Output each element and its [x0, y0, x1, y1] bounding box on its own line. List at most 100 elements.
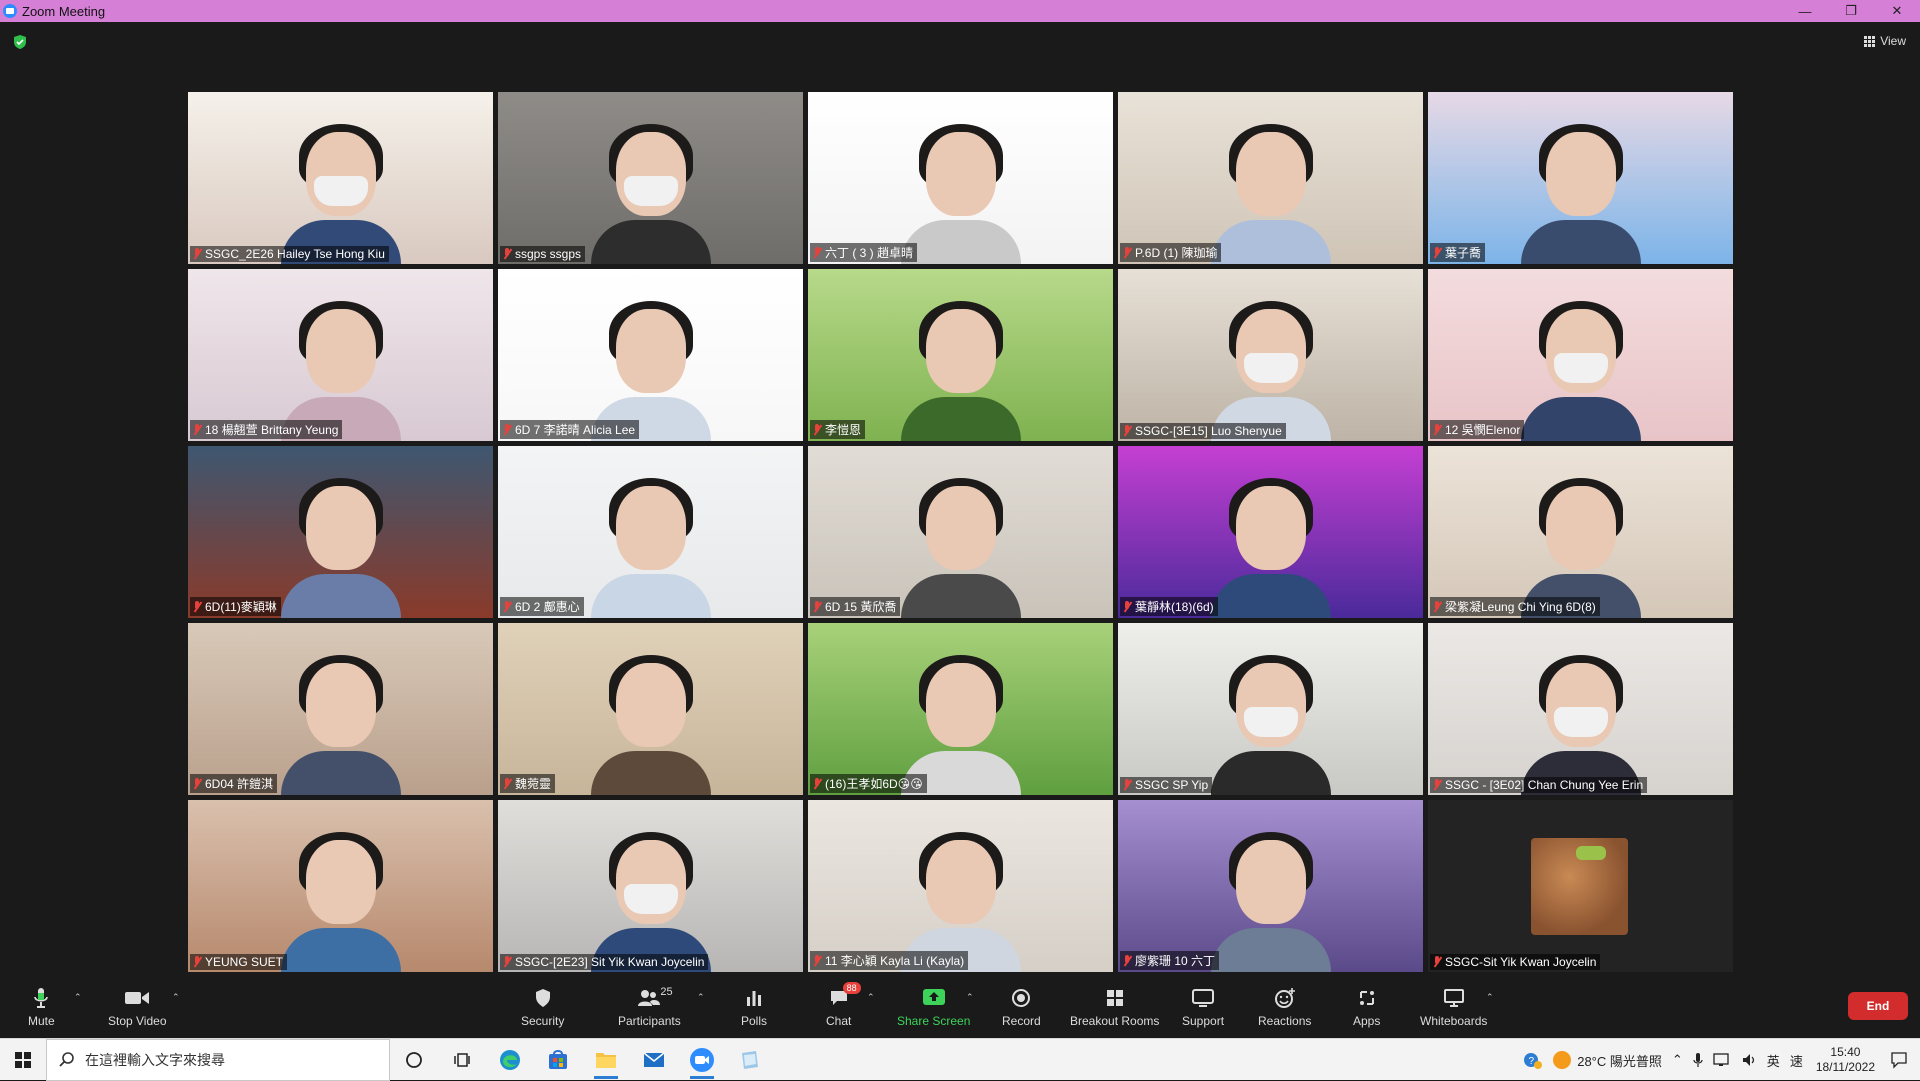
video-tile[interactable]: ssgps ssgps — [498, 92, 803, 264]
restore-button[interactable]: ❐ — [1828, 0, 1874, 22]
participant-video-figure — [280, 291, 401, 441]
share-caret-icon[interactable]: ⌃ — [966, 992, 974, 1003]
notification-center-icon[interactable] — [1890, 1051, 1908, 1069]
ime-mode-indicator[interactable]: 速 — [1790, 1051, 1803, 1070]
taskbar-search-box[interactable]: 在這裡輸入文字來搜尋 — [46, 1038, 390, 1081]
muted-microphone-icon — [192, 600, 202, 613]
participant-name-tag: 6D 7 李諾晴 Alicia Lee — [500, 420, 640, 439]
svg-text:?: ? — [1529, 1056, 1535, 1067]
participant-name-tag: 魏菀靈 — [500, 774, 556, 793]
participants-button[interactable]: 25 Participants — [618, 986, 681, 1028]
task-view-icon — [454, 1052, 470, 1067]
video-tile[interactable]: 18 楊翹萱 Brittany Yeung — [188, 269, 493, 441]
participant-name: SSGC-[2E23] Sit Yik Kwan Joycelin — [515, 955, 705, 969]
participant-name-tag: 葉子喬 — [1430, 243, 1486, 262]
video-tile[interactable]: P.6D (1) 陳珈瑜 — [1118, 92, 1423, 264]
store-taskbar-app[interactable] — [534, 1039, 582, 1081]
mail-envelope-icon — [643, 1051, 665, 1067]
participant-name: 6D 2 鄺惠心 — [515, 600, 580, 614]
participants-caret-icon[interactable]: ⌃ — [697, 992, 705, 1003]
task-view-button[interactable] — [438, 1039, 486, 1081]
view-label: View — [1880, 34, 1906, 48]
chat-button[interactable]: 88 Chat — [826, 982, 861, 1028]
video-tile[interactable]: SSGC_2E26 Hailey Tse Hong Kiu — [188, 92, 493, 264]
security-button[interactable]: Security — [521, 986, 564, 1028]
participant-name-tag: (16)王孝如6D😘😘 — [810, 774, 927, 793]
video-tile[interactable]: 葉子喬 — [1428, 92, 1733, 264]
cortana-button[interactable] — [390, 1039, 438, 1081]
participant-name: 18 楊翹萱 Brittany Yeung — [205, 423, 339, 437]
participant-name-tag: 12 吳憫Elenor — [1430, 420, 1525, 439]
ime-language-indicator[interactable]: 英 — [1767, 1051, 1780, 1070]
apps-button[interactable]: Apps — [1353, 986, 1380, 1028]
video-tile[interactable]: 11 李心穎 Kayla Li (Kayla) — [808, 800, 1113, 972]
muted-microphone-icon — [502, 777, 512, 790]
participant-name: SSGC-Sit Yik Kwan Joycelin — [1445, 955, 1597, 969]
encryption-shield-icon[interactable] — [12, 34, 28, 50]
record-button[interactable]: Record — [1002, 986, 1041, 1028]
participant-name-tag: 葉靜林(18)(6d) — [1120, 597, 1218, 616]
reactions-button[interactable]: Reactions — [1258, 986, 1311, 1028]
participant-name: 廖紫珊 10 六丁 — [1135, 954, 1216, 968]
share-screen-button[interactable]: Share Screen — [897, 986, 970, 1028]
mute-button[interactable]: Mute — [28, 986, 55, 1028]
whiteboards-caret-icon[interactable]: ⌃ — [1486, 992, 1494, 1003]
video-tile[interactable]: SSGC-Sit Yik Kwan Joycelin — [1428, 800, 1733, 972]
participant-name: SSGC-[3E15] Luo Shenyue — [1135, 424, 1282, 438]
video-tile[interactable]: 6D 2 鄺惠心 — [498, 446, 803, 618]
video-tile[interactable]: 魏菀靈 — [498, 623, 803, 795]
breakout-rooms-button[interactable]: Breakout Rooms — [1070, 986, 1159, 1028]
minimize-button[interactable]: — — [1782, 0, 1828, 22]
video-tile[interactable]: 李愷恩 — [808, 269, 1113, 441]
video-tile[interactable]: SSGC-[3E15] Luo Shenyue — [1118, 269, 1423, 441]
video-tile[interactable]: 12 吳憫Elenor — [1428, 269, 1733, 441]
participant-name-tag: 梁紫凝Leung Chi Ying 6D(8) — [1430, 597, 1600, 616]
volume-speaker-icon[interactable] — [1741, 1052, 1757, 1068]
video-tile[interactable]: SSGC - [3E02] Chan Chung Yee Erin — [1428, 623, 1733, 795]
audio-options-caret-icon[interactable]: ⌃ — [74, 992, 82, 1003]
start-button[interactable] — [0, 1039, 46, 1081]
file-explorer-taskbar-app[interactable] — [582, 1039, 630, 1081]
video-tile[interactable]: 6D04 許鎧淇 — [188, 623, 493, 795]
meeting-toolbar: Mute ⌃ Stop Video ⌃ Security 25 Particip… — [0, 980, 1920, 1038]
chat-caret-icon[interactable]: ⌃ — [867, 992, 875, 1003]
notes-taskbar-app[interactable] — [726, 1039, 774, 1081]
microphone-tray-icon[interactable] — [1693, 1052, 1703, 1068]
video-tile[interactable]: YEUNG SUET — [188, 800, 493, 972]
chat-label: Chat — [826, 1014, 852, 1028]
mail-taskbar-app[interactable] — [630, 1039, 678, 1081]
video-options-caret-icon[interactable]: ⌃ — [172, 992, 180, 1003]
stop-video-button[interactable]: Stop Video — [108, 986, 167, 1028]
end-meeting-button[interactable]: End — [1848, 992, 1908, 1020]
chat-unread-badge: 88 — [842, 982, 861, 994]
edge-taskbar-app[interactable] — [486, 1039, 534, 1081]
video-tile[interactable]: 梁紫凝Leung Chi Ying 6D(8) — [1428, 446, 1733, 618]
taskbar-clock[interactable]: 15:40 18/11/2022 — [1816, 1045, 1875, 1075]
video-tile[interactable]: SSGC-[2E23] Sit Yik Kwan Joycelin — [498, 800, 803, 972]
video-tile[interactable]: 6D(11)麥穎琳 — [188, 446, 493, 618]
zoom-taskbar-app[interactable] — [678, 1039, 726, 1081]
participants-label: Participants — [618, 1014, 681, 1028]
polls-button[interactable]: Polls — [741, 986, 767, 1028]
network-tray-icon[interactable] — [1713, 1052, 1731, 1068]
participant-name-tag: SSGC-[2E23] Sit Yik Kwan Joycelin — [500, 954, 709, 970]
participant-name-tag: 6D04 許鎧淇 — [190, 774, 278, 793]
system-tray: ? 28°C 陽光普照 ⌃ 英 速 15:40 18/11/2022 — [1518, 1039, 1920, 1081]
whiteboards-button[interactable]: Whiteboards — [1420, 986, 1487, 1028]
video-tile[interactable]: 6D 7 李諾晴 Alicia Lee — [498, 269, 803, 441]
video-tile[interactable]: SSGC SP Yip — [1118, 623, 1423, 795]
participant-video-figure — [1210, 291, 1331, 441]
video-tile[interactable]: 6D 15 黃欣喬 — [808, 446, 1113, 618]
video-tile[interactable]: 六丁 ( 3 ) 趙卓晴 — [808, 92, 1113, 264]
view-button[interactable]: View — [1864, 34, 1906, 48]
video-tile[interactable]: 廖紫珊 10 六丁 — [1118, 800, 1423, 972]
close-button[interactable]: ✕ — [1874, 0, 1920, 22]
title-bar: Zoom Meeting — ❐ ✕ — [0, 0, 1920, 22]
weather-widget[interactable]: 28°C 陽光普照 — [1553, 1051, 1662, 1070]
participant-name: SSGC_2E26 Hailey Tse Hong Kiu — [205, 247, 385, 261]
show-hidden-icons-chevron-icon[interactable]: ⌃ — [1672, 1052, 1683, 1068]
video-tile[interactable]: (16)王孝如6D😘😘 — [808, 623, 1113, 795]
video-tile[interactable]: 葉靜林(18)(6d) — [1118, 446, 1423, 618]
help-tray-icon[interactable]: ? — [1523, 1050, 1543, 1070]
support-button[interactable]: Support — [1182, 986, 1224, 1028]
